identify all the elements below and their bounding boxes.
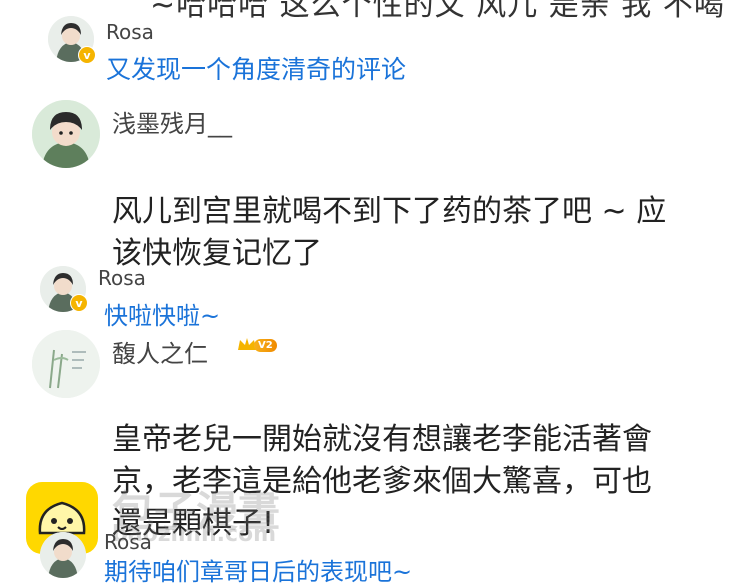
comment-author-name[interactable]: 馥人之仁: [112, 334, 208, 369]
reply-text: 又发现一个角度清奇的评论: [106, 55, 407, 84]
reply-text: 期待咱们章哥日后的表现吧~: [104, 558, 413, 586]
verified-badge-icon: v: [78, 46, 96, 64]
rosa-avatar[interactable]: [40, 532, 86, 578]
comment-body-line: 风儿到宫里就喝不到下了药的茶了吧 ~ 应: [112, 194, 667, 229]
verified-badge-icon: v: [70, 294, 88, 312]
reply-text: 快啦快啦~: [104, 302, 221, 330]
previous-comment-partial-text: ~哈哈哈 这么个性的文 风儿 是亲 我 不喝: [150, 0, 725, 23]
vip-badge: V2: [236, 336, 277, 354]
reply-author-name[interactable]: Rosa: [98, 266, 146, 290]
comment-author-name[interactable]: 浅墨残月__: [112, 104, 232, 139]
user-avatar-furen[interactable]: [32, 330, 100, 398]
reply-author-name[interactable]: Rosa: [106, 20, 154, 44]
vip-level: V2: [254, 338, 277, 352]
user-avatar-qianmo[interactable]: [32, 100, 100, 168]
comment-body-line: 皇帝老兒一開始就沒有想讓老李能活著會: [112, 422, 652, 457]
reply-author-name[interactable]: Rosa: [104, 530, 152, 554]
